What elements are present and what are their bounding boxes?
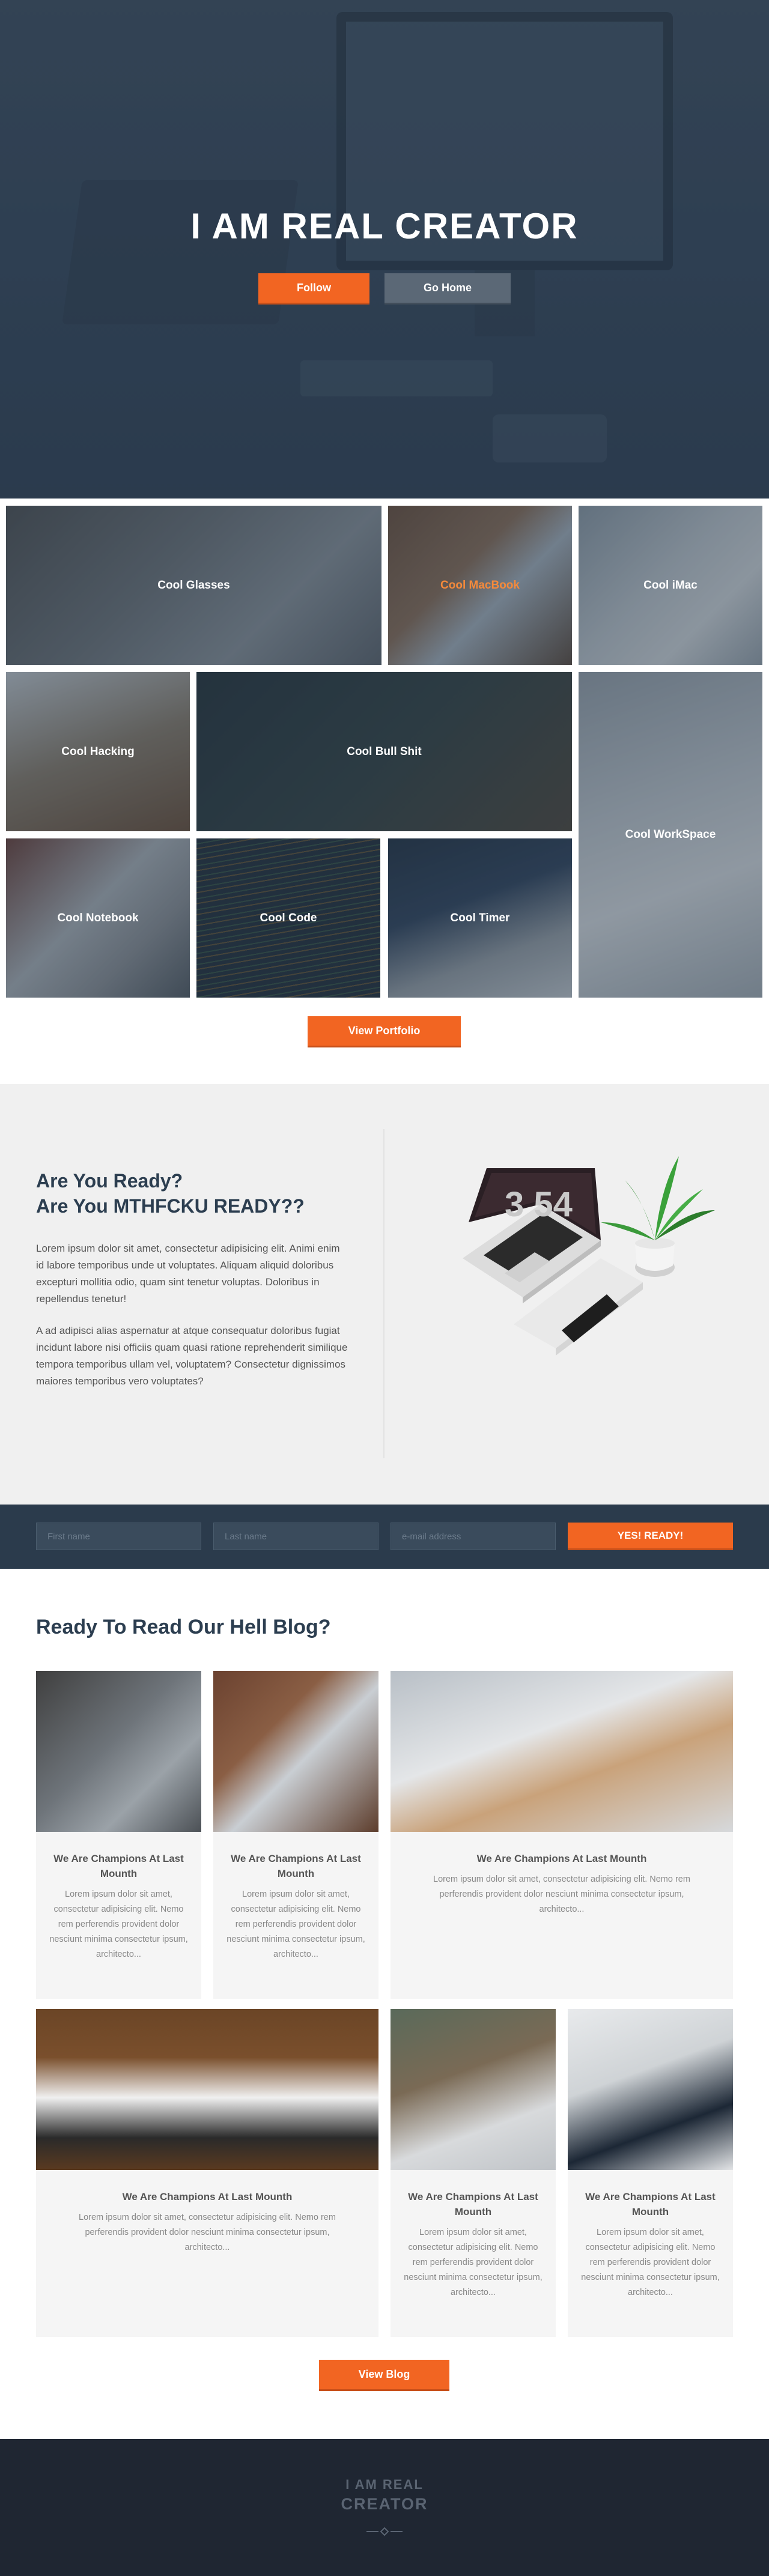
blog-card-excerpt: Lorem ipsum dolor sit amet, consectetur … xyxy=(49,1890,188,1959)
follow-button[interactable]: Follow xyxy=(258,273,369,305)
portfolio-tile-macbook[interactable]: Cool MacBook xyxy=(388,506,572,665)
blog-card-image-macbook xyxy=(213,1671,378,1832)
blog-card-excerpt: Lorem ipsum dolor sit amet, consectetur … xyxy=(79,2213,336,2252)
blog-heading: Ready To Read Our Hell Blog? xyxy=(36,1616,331,1638)
blog-card[interactable]: We Are Champions At Last Mounth Lorem ip… xyxy=(36,2009,378,2337)
email-input[interactable] xyxy=(391,1523,556,1550)
blog-card-image-desk xyxy=(36,2009,378,2170)
portfolio-tile-workspace[interactable]: Cool WorkSpace xyxy=(579,672,762,998)
blog-card-excerpt: Lorem ipsum dolor sit amet, consectetur … xyxy=(226,1890,365,1959)
blog-card-image-laptop xyxy=(568,2009,733,2170)
blog-card[interactable]: We Are Champions At Last Mounth Lorem ip… xyxy=(36,1671,201,1999)
portfolio-tile-timer[interactable]: Cool Timer xyxy=(388,838,572,998)
blog-card-title[interactable]: We Are Champions At Last Mounth xyxy=(225,1851,366,1881)
portfolio-tile-label: Cool WorkSpace xyxy=(625,828,716,841)
portfolio-tile-label: Cool Timer xyxy=(450,911,510,924)
portfolio-tile-label: Cool MacBook xyxy=(440,578,520,592)
go-home-button[interactable]: Go Home xyxy=(384,273,511,305)
footer-logo-line1: I AM REAL xyxy=(345,2477,424,2492)
portfolio-tile-hacking[interactable]: Cool Hacking xyxy=(6,672,190,831)
blog-card-excerpt: Lorem ipsum dolor sit amet, consectetur … xyxy=(404,2228,543,2297)
blog-card-excerpt: Lorem ipsum dolor sit amet, consectetur … xyxy=(581,2228,720,2297)
ready-title-line2: Are You MTHFCKU READY?? xyxy=(36,1195,305,1217)
blog-card[interactable]: We Are Champions At Last Mounth Lorem ip… xyxy=(391,1671,733,1999)
portfolio-tile-imac[interactable]: Cool iMac xyxy=(579,506,762,665)
pen-nib-divider-icon xyxy=(366,2527,403,2536)
portfolio-tile-label: Cool Hacking xyxy=(61,745,135,758)
ready-divider xyxy=(383,1129,384,1458)
blog-card-title[interactable]: We Are Champions At Last Mounth xyxy=(403,2189,544,2219)
blog-card-title[interactable]: We Are Champions At Last Mounth xyxy=(580,2189,721,2219)
blog-card-image-workspace xyxy=(391,2009,556,2170)
portfolio-tile-code[interactable]: Cool Code xyxy=(196,838,380,998)
portfolio-tile-label: Cool Glasses xyxy=(157,578,230,592)
view-blog-button[interactable]: View Blog xyxy=(319,2360,449,2391)
blog-card-title[interactable]: We Are Champions At Last Mounth xyxy=(48,2189,366,2204)
portfolio-tile-label: Cool Notebook xyxy=(57,911,139,924)
ready-title-line1: Are You Ready? xyxy=(36,1170,183,1192)
laptop-clock-text: 3 54 xyxy=(505,1185,573,1224)
portfolio-tile-glasses[interactable]: Cool Glasses xyxy=(6,506,381,665)
ready-paragraph-1: Lorem ipsum dolor sit amet, consectetur … xyxy=(36,1243,340,1305)
ready-paragraph-2: A ad adipisci alias aspernatur at atque … xyxy=(36,1325,348,1387)
portfolio-tile-bullshit[interactable]: Cool Bull Shit xyxy=(196,672,572,831)
blog-card[interactable]: We Are Champions At Last Mounth Lorem ip… xyxy=(391,2009,556,2337)
blog-card[interactable]: We Are Champions At Last Mounth Lorem ip… xyxy=(568,2009,733,2337)
hero-section: I AM REAL CREATOR Follow Go Home xyxy=(0,0,769,499)
laptop-plant-illustration: 3 54 xyxy=(463,1156,715,1356)
blog-card-title[interactable]: We Are Champions At Last Mounth xyxy=(48,1851,189,1881)
portfolio-tile-label: Cool Bull Shit xyxy=(347,745,422,758)
blog-card-excerpt: Lorem ipsum dolor sit amet, consectetur … xyxy=(433,1874,690,1914)
footer: I AM REAL CREATOR xyxy=(0,2439,769,2576)
yes-ready-button[interactable]: YES! READY! xyxy=(568,1523,733,1550)
ready-title: Are You Ready? Are You MTHFCKU READY?? xyxy=(36,1168,305,1219)
blog-card-title[interactable]: We Are Champions At Last Mounth xyxy=(403,1851,721,1866)
view-portfolio-button[interactable]: View Portfolio xyxy=(308,1016,461,1047)
first-name-input[interactable] xyxy=(36,1523,201,1550)
last-name-input[interactable] xyxy=(213,1523,378,1550)
ready-section: Are You Ready? Are You MTHFCKU READY?? L… xyxy=(0,1084,769,1505)
portfolio-tile-label: Cool Code xyxy=(260,911,317,924)
blog-card[interactable]: We Are Champions At Last Mounth Lorem ip… xyxy=(213,1671,378,1999)
portfolio-tile-notebook[interactable]: Cool Notebook xyxy=(6,838,190,998)
footer-logo-line2: CREATOR xyxy=(341,2495,428,2513)
hero-overlay xyxy=(0,0,769,499)
footer-logo[interactable]: I AM REAL CREATOR xyxy=(0,2475,769,2514)
blog-card-image-glasses xyxy=(36,1671,201,1832)
hero-title: I AM REAL CREATOR xyxy=(190,206,579,246)
portfolio-tile-label: Cool iMac xyxy=(643,578,698,592)
signup-form-bar: YES! READY! xyxy=(0,1505,769,1569)
blog-card-image-imac xyxy=(391,1671,733,1832)
